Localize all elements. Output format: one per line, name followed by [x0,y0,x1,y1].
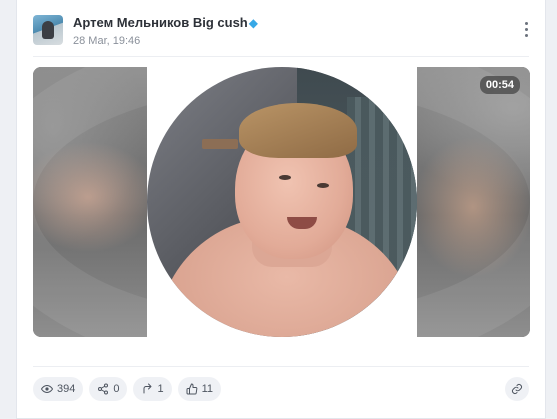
forward-arrow-icon [143,383,152,394]
forwards-counter[interactable]: 1 [133,377,172,401]
forwards-count: 1 [157,383,164,395]
video-message[interactable]: 00:54 [33,67,530,337]
post-date: 28 Mar, 19:46 [73,35,141,47]
video-shelf [202,139,238,149]
likes-count: 11 [201,383,214,395]
more-vertical-icon-dot [524,27,528,31]
footer-divider [33,366,529,367]
author-name[interactable]: Артем Мельников Big cush◆ [73,15,258,30]
more-vertical-icon-dot [524,21,528,25]
avatar-figure [42,21,54,39]
post-header: Артем Мельников Big cush◆ 28 Mar, 19:46 [33,12,533,52]
avatar[interactable] [33,15,63,45]
likes-counter[interactable]: 11 [177,377,222,401]
video-frame [147,67,417,337]
eye-icon [41,384,53,394]
views-counter[interactable]: 394 [33,377,84,401]
author-name-text: Артем Мельников Big cush [73,15,248,30]
link-icon [512,384,522,394]
more-vertical-icon-dot [524,33,528,37]
thumbs-up-icon [186,383,197,395]
shares-count: 0 [113,383,120,395]
post-card: Артем Мельников Big cush◆ 28 Mar, 19:46 [16,0,546,419]
round-video[interactable] [147,67,417,337]
share-icon [98,383,109,395]
post-stats: 394 0 1 11 [33,377,222,401]
diamond-icon: ◆ [248,16,258,30]
more-options-button[interactable] [519,18,533,40]
person-eye [317,183,329,188]
copy-link-button[interactable] [505,377,529,401]
person-eye [279,175,291,180]
person-hair [239,103,357,158]
header-divider [33,56,529,57]
shares-counter[interactable]: 0 [89,377,128,401]
views-count: 394 [57,383,76,395]
duration-badge: 00:54 [479,76,520,94]
